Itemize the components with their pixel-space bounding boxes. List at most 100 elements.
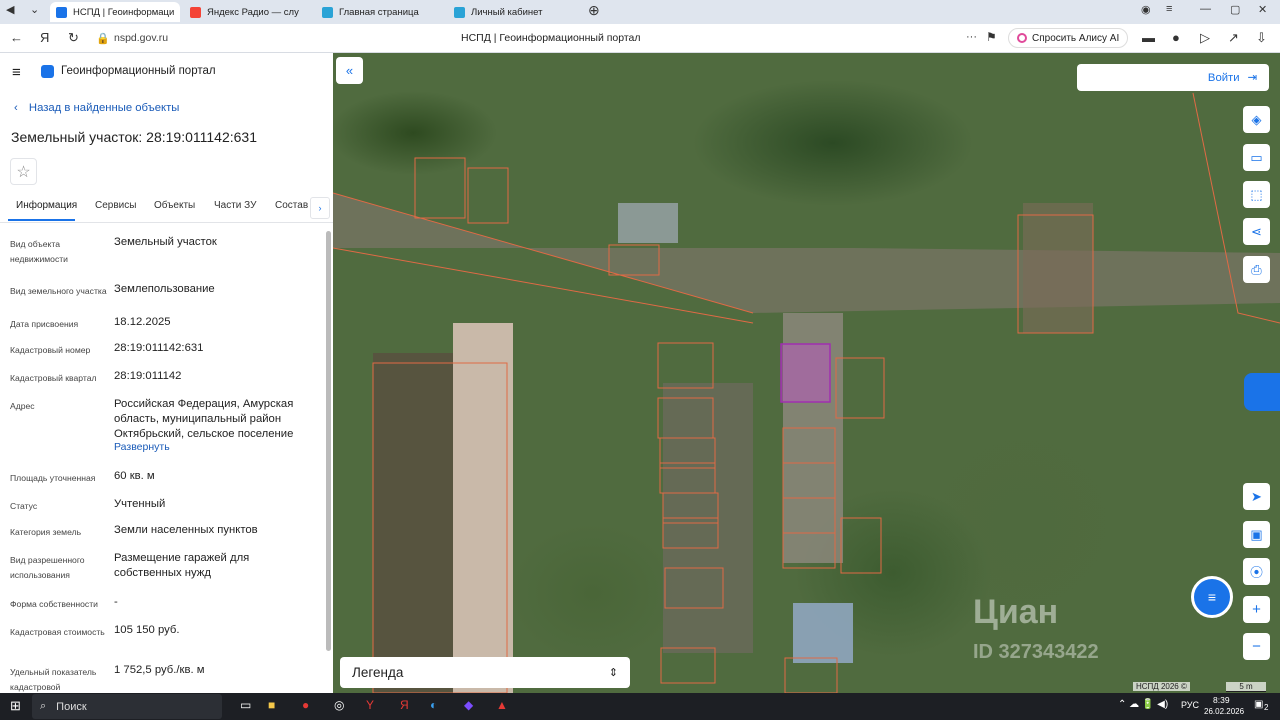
collapse-panel-icon[interactable]: « [336, 57, 363, 84]
extension2-icon[interactable]: ● [1172, 30, 1180, 45]
reload-icon[interactable]: ↻ [68, 30, 79, 46]
tab-parts[interactable]: Части ЗУ [214, 200, 256, 211]
tab-2[interactable]: Яндекс Радио — слу [184, 2, 312, 22]
extension-icon[interactable]: ▬ [1142, 30, 1155, 45]
hamburger-icon[interactable]: ≡ [12, 64, 21, 81]
field-label: Кадастровый номер [10, 345, 91, 355]
tab-info[interactable]: Информация [16, 200, 77, 211]
field-value: 28:19:011142 [114, 370, 182, 382]
maximize-icon[interactable]: ▢ [1230, 3, 1240, 16]
pip-icon[interactable]: ▣ [1243, 521, 1270, 548]
more-icon[interactable]: ··· [966, 31, 977, 43]
alice-button[interactable]: Спросить Алису AI [1008, 28, 1129, 48]
field-label: Вид объекта недвижимости [10, 239, 68, 264]
watermark-id: ID 327343422 [973, 641, 1099, 663]
share-icon[interactable]: ⋖ [1243, 218, 1270, 245]
field-label: Статус [10, 501, 38, 511]
tab-objects[interactable]: Объекты [154, 200, 195, 211]
address-bar: ← Я ↻ 🔒 nspd.gov.ru НСПД | Геоинформацио… [0, 24, 1280, 53]
clock-date: 26.02.2026 [1204, 707, 1245, 716]
selected-parcel[interactable] [780, 343, 831, 403]
tab-label: Личный кабинет [471, 6, 543, 18]
chevron-down-icon[interactable]: ⌄ [30, 3, 39, 16]
settings-icon[interactable]: ◎ [334, 698, 344, 712]
geo-icon[interactable]: ⦿ [1243, 558, 1270, 585]
field-value: Земельный участок [114, 236, 217, 248]
expand-link[interactable]: Развернуть [114, 441, 170, 453]
search-icon: ⌕ [40, 700, 47, 712]
support-tab[interactable] [1244, 373, 1280, 411]
tab-label: НСПД | Геоинформаци [73, 6, 175, 18]
locate-icon[interactable]: ➤ [1243, 483, 1270, 510]
field-label: Адрес [10, 401, 35, 411]
sound-icon[interactable]: ◀ [6, 3, 14, 16]
browser-tabbar: ◀ ⌄ НСПД | Геоинформаци Яндекс Радио — сл… [0, 0, 1280, 24]
tab-composition[interactable]: Состав [275, 200, 308, 211]
windows-icon[interactable]: ⊞ [10, 698, 21, 714]
minimize-icon[interactable]: — [1200, 3, 1211, 15]
field-label: Площадь уточненная [10, 473, 96, 483]
portal-name: Геоинформационный портал [61, 65, 216, 77]
layers-icon[interactable]: ◈ [1243, 106, 1270, 133]
app-icon[interactable]: ● [302, 698, 309, 712]
favicon-icon [454, 6, 465, 18]
yandex-browser-icon[interactable]: Y [366, 698, 374, 712]
object-title: Земельный участок: 28:19:011142:631 [11, 129, 257, 145]
app3-icon[interactable]: ▲ [496, 698, 508, 712]
new-tab-icon[interactable]: ⊕ [588, 2, 600, 19]
select-area-icon[interactable]: ⬚ [1243, 181, 1270, 208]
yandex-icon[interactable]: Я [400, 698, 409, 712]
url-field[interactable]: nspd.gov.ru [114, 32, 168, 44]
explorer-icon[interactable]: ■ [268, 698, 275, 712]
download-icon[interactable]: ⇩ [1256, 30, 1267, 46]
zoom-in-icon[interactable]: + [1243, 596, 1270, 623]
profile-icon[interactable]: ◉ [1141, 3, 1151, 16]
field-label: Вид разрешенного использования [10, 555, 85, 580]
notification-icon[interactable]: ▣ [1254, 699, 1263, 710]
share-icon[interactable]: ↗ [1228, 30, 1239, 46]
login-button[interactable]: Войти ⇥ [1077, 64, 1269, 91]
copyright: НСПД 2026 © [1133, 682, 1190, 691]
legend-dropdown[interactable]: Легенда ⇕ [340, 657, 630, 688]
tab-label: Главная страница [339, 6, 419, 18]
alice-icon [1017, 33, 1027, 43]
tab-services[interactable]: Сервисы [95, 200, 136, 211]
tabs-next-icon[interactable]: › [310, 197, 330, 219]
chat-button[interactable]: ≡ [1191, 576, 1233, 618]
bookmark-icon[interactable]: ⚑ [986, 30, 997, 44]
taskbar-search[interactable]: ⌕ Поиск [32, 694, 222, 719]
field-value: - [114, 596, 118, 608]
yandex-icon[interactable]: Я [40, 30, 49, 45]
object-panel: ≡ Геоинформационный портал ‹ Назад в най… [0, 53, 333, 693]
app2-icon[interactable]: ◆ [464, 698, 473, 712]
field-label: Кадастровая стоимость [10, 627, 105, 637]
taskbar: ⊞ ⌕ Поиск ▭ ■ ● ◎ Y Я ◐ ◆ ▲ ⌃ ☁ 🔋 ◀) РУС… [0, 693, 1280, 720]
tab-1[interactable]: НСПД | Геоинформаци [50, 2, 180, 22]
star-icon[interactable]: ☆ [10, 158, 37, 185]
taskview-icon[interactable]: ▭ [240, 698, 251, 712]
tab-3[interactable]: Главная страница [316, 2, 444, 22]
tab-4[interactable]: Личный кабинет [448, 2, 576, 22]
map-view[interactable]: « Войти ⇥ ◈ ▭ ⬚ ⋖ ⎙ ➤ ▣ ⦿ ≡ + − Циан ID … [333, 53, 1280, 693]
favicon-icon [190, 6, 201, 18]
field-value: Российская Федерация, Амурская область, … [114, 398, 294, 440]
ruler-icon[interactable]: ▭ [1243, 144, 1270, 171]
media-icon[interactable]: ▷ [1200, 30, 1210, 46]
favicon-icon [322, 6, 333, 18]
expand-icon: ⇕ [608, 667, 618, 679]
field-value: Размещение гаражей для собственных нужд [114, 552, 250, 579]
close-icon[interactable]: ✕ [1258, 3, 1267, 16]
back-icon[interactable]: ← [10, 30, 23, 45]
zoom-out-icon[interactable]: − [1243, 633, 1270, 660]
field-label: Дата присвоения [10, 319, 79, 329]
print-icon[interactable]: ⎙ [1243, 256, 1270, 283]
scrollbar[interactable] [326, 231, 331, 651]
field-value: 18.12.2025 [114, 316, 171, 328]
tray-icons[interactable]: ⌃ ☁ 🔋 ◀) [1118, 699, 1168, 710]
back-link[interactable]: ‹ Назад в найденные объекты [14, 102, 179, 114]
field-value: 28:19:011142:631 [114, 342, 204, 354]
lang-indicator[interactable]: РУС [1181, 700, 1199, 710]
panel-tabs: Информация Сервисы Объекты Части ЗУ Сост… [0, 195, 333, 223]
menu-icon[interactable]: ≡ [1166, 3, 1172, 15]
edge-icon[interactable]: ◐ [430, 698, 437, 712]
